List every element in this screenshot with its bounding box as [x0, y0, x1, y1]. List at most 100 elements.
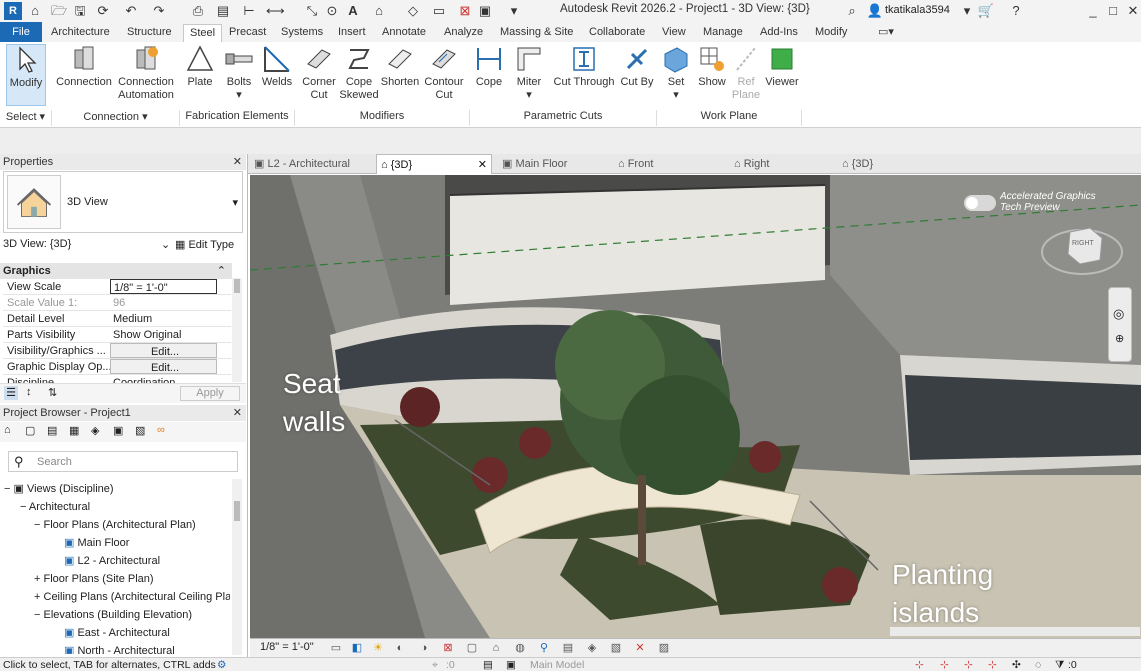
select-by-face-icon[interactable]: ⊹ [988, 658, 997, 672]
type-selector[interactable]: 3D View ▾ [3, 171, 243, 233]
legends-icon[interactable]: ▦ [69, 424, 79, 437]
tree-node-east[interactable]: ▣ East - Architectural [64, 624, 170, 642]
parts-visibility-field[interactable]: Show Original [110, 327, 217, 342]
connection-button[interactable]: Connection [54, 44, 114, 89]
tag-icon[interactable]: ⊙ [323, 2, 341, 20]
tree-node-l2[interactable]: ▣ L2 - Architectural [64, 552, 160, 570]
tree-node-views[interactable]: − ▣ Views (Discipline) [4, 480, 114, 498]
detail-level-icon[interactable]: ▭ [328, 640, 344, 656]
crop-view-icon[interactable]: ⊠ [440, 640, 456, 656]
sort-icon[interactable]: ↕ [26, 386, 32, 398]
select-pinned-icon[interactable]: ⊹ [964, 658, 973, 672]
tab-precast[interactable]: Precast [223, 24, 272, 42]
rendering-icon[interactable]: ◑ [416, 640, 432, 656]
view-tab-3d-active[interactable]: ⌂ {3D} ✕ [376, 154, 492, 174]
tab-collaborate[interactable]: Collaborate [583, 24, 651, 42]
redo-icon[interactable]: ↷ [150, 2, 168, 20]
binoculars-icon[interactable]: ⌕ [843, 2, 861, 20]
shorten-button[interactable]: Shorten [380, 44, 420, 89]
align-dim-icon[interactable]: ⤡ [303, 2, 321, 20]
view-tab-right[interactable]: ⌂ Right [730, 154, 838, 174]
tree-node-north[interactable]: ▣ North - Architectural [64, 642, 175, 654]
view-scale-field[interactable]: 1/8" = 1'-0" [110, 279, 217, 294]
analytical-model-icon[interactable]: ▨ [656, 640, 672, 656]
navigation-bar[interactable]: ◎ ⊕ [1108, 287, 1132, 362]
sun-path-icon[interactable]: ☀ [370, 640, 386, 656]
open-icon[interactable]: 🗁 [50, 2, 68, 20]
groups-icon[interactable]: ▣ [113, 424, 123, 437]
collapse-toggle[interactable]: − [34, 609, 40, 621]
graphics-group[interactable]: Graphics ⌃ [0, 263, 232, 279]
user-name[interactable]: tkatikala3594 [885, 4, 950, 16]
tab-view[interactable]: View [656, 24, 692, 42]
edit-type-button[interactable]: ▦ Edit Type [175, 238, 234, 251]
switch-windows-icon[interactable]: ▣ [476, 2, 494, 20]
drag-elements-icon[interactable]: ✣ [1012, 658, 1021, 672]
corner-cut-button[interactable]: Corner Cut [300, 44, 338, 102]
cope-skewed-button[interactable]: Cope Skewed [339, 44, 379, 102]
bolts-button[interactable]: Bolts ▾ [222, 44, 256, 102]
select-underlay-icon[interactable]: ⊹ [940, 658, 949, 672]
view-scale[interactable]: 1/8" = 1'-0" [260, 641, 314, 653]
thin-lines-icon[interactable]: ▤ [214, 2, 232, 20]
worksharing-icon[interactable]: ◈ [584, 640, 600, 656]
tab-file[interactable]: File [0, 22, 42, 42]
collapse-icon[interactable]: ⌃ [217, 263, 226, 279]
camera-icon[interactable]: ▭ [430, 2, 448, 20]
browser-scrollbar[interactable] [232, 479, 242, 655]
cut-by-button[interactable]: Cut By [618, 44, 656, 89]
3d-view-icon[interactable]: ⌂ [370, 2, 388, 20]
tree-node-ceiling-plans[interactable]: + Ceiling Plans (Architectural Ceiling P… [34, 588, 230, 606]
close-hidden-icon[interactable]: ⊠ [456, 2, 474, 20]
ref-plane-button[interactable]: Ref Plane [731, 44, 761, 102]
user-icon[interactable]: 👤 [866, 2, 884, 20]
viewer-button[interactable]: Viewer [764, 44, 800, 89]
tab-massing-site[interactable]: Massing & Site [494, 24, 579, 42]
dimension-icon[interactable]: ⟷ [266, 2, 285, 20]
tree-node-elevations[interactable]: − Elevations (Building Elevation) [34, 606, 192, 624]
type-dropdown-icon[interactable]: ▾ [232, 196, 238, 209]
apply-button[interactable]: Apply [180, 386, 240, 401]
close-browser-icon[interactable]: ✕ [233, 405, 242, 421]
revit-logo-icon[interactable]: R [4, 2, 22, 20]
active-workset[interactable]: Main Model [530, 658, 584, 672]
view-tab-3d[interactable]: ⌂ {3D} [838, 154, 946, 174]
tree-node-main-floor[interactable]: ▣ Main Floor [64, 534, 129, 552]
temp-view-properties-icon[interactable]: ▤ [560, 640, 576, 656]
tab-modify[interactable]: Modify [809, 24, 853, 42]
links-icon[interactable]: ▧ [135, 424, 145, 437]
plate-button[interactable]: Plate [184, 44, 216, 89]
chevron-down-icon[interactable]: ⌄ [161, 238, 170, 251]
tab-annotate[interactable]: Annotate [376, 24, 432, 42]
reveal-constraints-icon[interactable]: ✕ [632, 640, 648, 656]
set-workplane-button[interactable]: Set ▾ [661, 44, 691, 102]
schedules-icon[interactable]: ▤ [47, 424, 57, 437]
accelerated-graphics-toggle[interactable] [964, 195, 996, 211]
unlock-3d-icon[interactable]: ⌂ [488, 640, 504, 656]
help-icon[interactable]: ? [1007, 2, 1025, 20]
horizontal-scrollbar[interactable] [890, 627, 1140, 636]
temp-hide-icon[interactable]: ◍ [512, 640, 528, 656]
tab-steel[interactable]: Steel [183, 24, 223, 42]
link-chain-icon[interactable]: ∞ [157, 424, 165, 436]
3d-viewport[interactable]: Accelerated Graphics Tech Preview RIGHT ◎… [250, 175, 1141, 638]
visual-style-icon[interactable]: ◧ [349, 640, 365, 656]
worksets-icon[interactable]: ▣ [506, 658, 516, 672]
text-icon[interactable]: A [344, 2, 362, 20]
categorize-icon[interactable]: ☰ [4, 386, 18, 400]
cope-button[interactable]: Cope [473, 44, 505, 89]
section-icon[interactable]: ◇ [404, 2, 422, 20]
view-tab-l2[interactable]: ▣ L2 - Architectural [250, 154, 374, 174]
view-tab-front[interactable]: ⌂ Front [614, 154, 730, 174]
panel-connection[interactable]: Connection ▾ [52, 110, 180, 126]
panel-select[interactable]: Select ▾ [0, 110, 52, 126]
vg-edit-button[interactable]: Edit... [110, 343, 217, 358]
highlight-displacement-icon[interactable]: ▧ [608, 640, 624, 656]
sort-alpha-icon[interactable]: ⇅ [48, 386, 57, 399]
contextual-dropdown-icon[interactable]: ▭▾ [872, 24, 900, 42]
maximize-icon[interactable]: □ [1104, 2, 1122, 20]
select-links-icon[interactable]: ⊹ [915, 658, 924, 672]
properties-scrollbar[interactable] [232, 278, 242, 382]
tab-structure[interactable]: Structure [121, 24, 178, 42]
minimize-icon[interactable]: _ [1084, 2, 1102, 20]
